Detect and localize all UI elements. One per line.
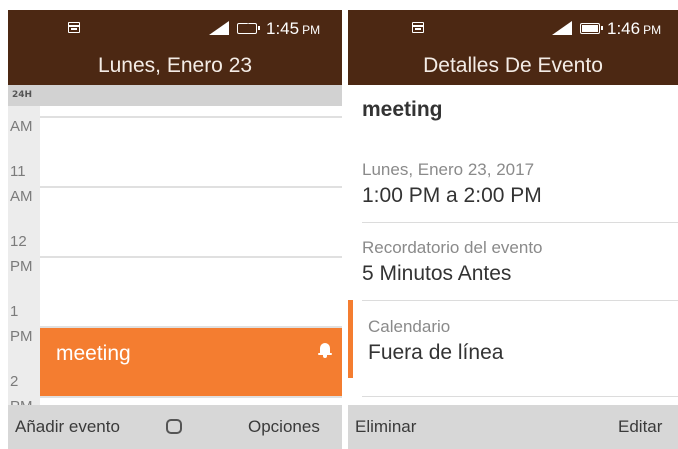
event-title: meeting [56, 342, 131, 365]
view-mode-label: 24H [12, 90, 33, 100]
status-bar: 1:46 PM [348, 10, 678, 46]
reminder-label: Recordatorio del evento [362, 238, 543, 257]
divider [362, 396, 678, 397]
signal-icon [209, 21, 229, 35]
hour-label: AM [10, 188, 33, 205]
status-time: 1:45 PM [266, 19, 321, 38]
status-time: 1:46 PM [607, 19, 662, 38]
signal-icon [552, 21, 572, 35]
hour-label: PM [10, 258, 33, 275]
event-name: meeting [362, 98, 443, 121]
calendar-notification-icon [412, 22, 424, 33]
center-softkey-icon[interactable] [166, 419, 182, 434]
hour-label: 11 [10, 163, 26, 180]
hour-label: 1 [10, 303, 19, 320]
softkey-bar: Añadir evento Opciones [8, 405, 342, 449]
divider [362, 222, 678, 223]
bell-icon [318, 342, 332, 358]
calendar-notification-icon [68, 22, 80, 33]
softkey-bar: Eliminar Editar [348, 405, 678, 449]
page-title: Detalles De Evento [348, 46, 678, 85]
edit-softkey[interactable]: Editar [618, 418, 662, 436]
hour-label: AM [10, 118, 33, 135]
battery-charging-icon: ⚡ [237, 22, 260, 34]
event-details-screen: 1:46 PM Detalles De Evento meeting Lunes,… [348, 10, 678, 449]
status-bar: ⚡ 1:45 PM [8, 10, 342, 46]
hour-divider [40, 396, 342, 398]
view-mode-strip[interactable]: 24H [8, 85, 342, 106]
hour-label: 12 [10, 233, 27, 250]
hour-divider [40, 186, 342, 188]
hour-divider [40, 116, 342, 118]
selection-indicator [348, 300, 353, 378]
hour-label: 2 [10, 373, 19, 390]
page-title: Lunes, Enero 23 [8, 46, 342, 85]
calendar-value: Fuera de línea [368, 341, 504, 364]
reminder-value: 5 Minutos Antes [362, 262, 512, 285]
event-time-range: 1:00 PM a 2:00 PM [362, 184, 542, 207]
day-view-screen: ⚡ 1:45 PM Lunes, Enero 23 24H AM 11 AM 12… [8, 10, 342, 449]
delete-softkey[interactable]: Eliminar [355, 418, 416, 436]
event-date: Lunes, Enero 23, 2017 [362, 160, 535, 179]
options-softkey[interactable]: Opciones [248, 418, 320, 436]
divider [362, 300, 678, 301]
hour-label: PM [10, 328, 33, 345]
add-event-softkey[interactable]: Añadir evento [15, 418, 120, 436]
time-gutter [8, 106, 40, 405]
calendar-label: Calendario [368, 317, 451, 336]
battery-icon [580, 23, 603, 34]
hour-divider [40, 256, 342, 258]
event-block[interactable]: meeting [40, 328, 342, 396]
